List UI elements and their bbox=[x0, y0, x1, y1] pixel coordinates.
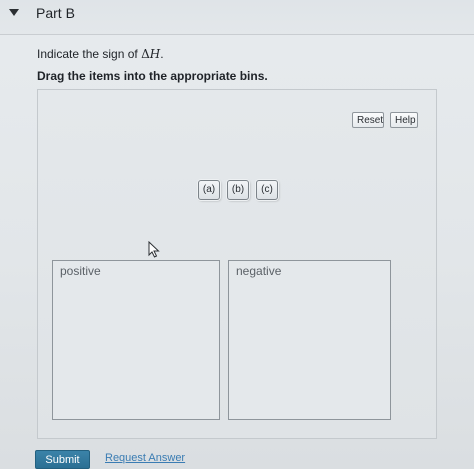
delta-symbol: Δ bbox=[141, 47, 150, 61]
help-button[interactable]: Help bbox=[390, 112, 418, 128]
part-title: Part B bbox=[36, 5, 75, 21]
prompt-text: Indicate the sign of bbox=[37, 47, 142, 61]
enthalpy-variable: H bbox=[149, 47, 161, 61]
drag-item-c[interactable]: (c) bbox=[256, 180, 278, 200]
bin-negative-label: negative bbox=[236, 264, 282, 278]
mouse-pointer-icon bbox=[148, 241, 160, 258]
header-divider bbox=[0, 34, 474, 35]
drag-instruction: Drag the items into the appropriate bins… bbox=[37, 69, 268, 83]
question-prompt: Indicate the sign of ΔH. bbox=[37, 47, 164, 61]
bin-positive[interactable]: positive bbox=[52, 260, 220, 420]
drag-item-b[interactable]: (b) bbox=[227, 180, 249, 200]
drag-item-a[interactable]: (a) bbox=[198, 180, 220, 200]
request-answer-link[interactable]: Request Answer bbox=[105, 452, 185, 464]
drag-drop-workspace: Reset Help (a) (b) (c) positive negative bbox=[37, 89, 437, 439]
part-header[interactable]: Part B bbox=[0, 0, 474, 34]
bin-positive-label: positive bbox=[60, 264, 101, 278]
prompt-period: . bbox=[160, 47, 164, 61]
reset-button[interactable]: Reset bbox=[352, 112, 384, 128]
collapse-caret-icon[interactable] bbox=[9, 9, 19, 16]
submit-button[interactable]: Submit bbox=[35, 450, 90, 469]
bin-negative[interactable]: negative bbox=[228, 260, 391, 420]
